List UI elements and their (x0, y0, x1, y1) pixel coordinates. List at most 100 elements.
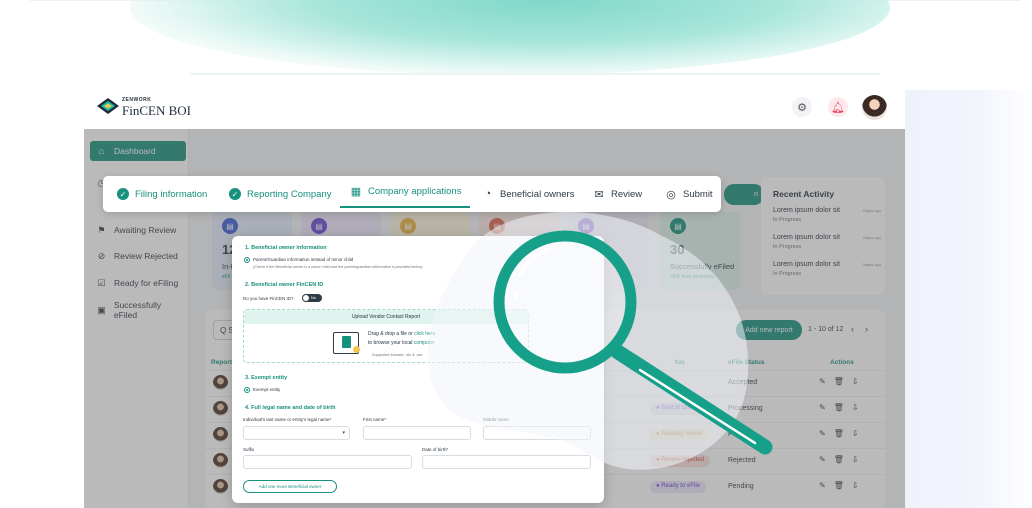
building-icon: ▦ (350, 185, 362, 198)
click-here-link[interactable]: click here (414, 331, 435, 337)
download-icon[interactable]: ⇩ (852, 429, 867, 438)
sidebar-item-label: Dashboard (114, 146, 156, 156)
activity-status: In Progress (773, 244, 802, 250)
sidebar-item-review-rejected[interactable]: ⊘ Review Rejected (90, 246, 186, 266)
dob-input[interactable] (422, 455, 591, 469)
middlename-label: Middle name (483, 417, 509, 422)
trash-icon[interactable]: 🗑︎ (834, 403, 852, 412)
add-beneficial-owner-button[interactable]: Add one more Beneficial owner (243, 480, 337, 493)
trash-icon[interactable]: 🗑︎ (834, 429, 852, 438)
sidebar-item-ready-for-efiling[interactable]: ☑ Ready for eFiling (90, 273, 186, 293)
step-beneficial-owners[interactable]: ◔ Beneficial owners (482, 176, 575, 212)
status-badge: ● Review rejected (650, 455, 710, 467)
stat-card-icon: ▤ (578, 218, 594, 234)
trash-icon[interactable]: 🗑︎ (834, 455, 852, 464)
sidebar-item-label: Awaiting Review (114, 225, 177, 235)
toggle-label: No (311, 295, 317, 300)
step-review[interactable]: ✉ Review (593, 176, 642, 212)
trash-icon[interactable]: 🗑︎ (834, 377, 852, 386)
stat-card[interactable]: ▤ 30 Successfully eFiled +8% from yesterday (660, 212, 740, 290)
step-label: Company applications (368, 185, 462, 197)
status-badge: ● Sent to client (650, 403, 702, 415)
download-icon[interactable]: ⇩ (852, 377, 867, 386)
lastname-input[interactable]: ▾ (243, 426, 350, 440)
section-owner-info-title: 1. Beneficial owner information (245, 245, 327, 251)
fincen-toggle[interactable]: No (302, 294, 322, 302)
activity-date: 2days ago (862, 262, 881, 267)
row-avatar (213, 375, 228, 390)
app-header: ZENWORK FinCEN BOI ⚙ 🔔︎ (84, 88, 905, 129)
upload-instruction-2: to browse your local computer (368, 340, 435, 346)
filing-stepper: ✓ Filing information ✓ Reporting Company ▦ Co… (103, 176, 721, 212)
firstname-label: First name* (363, 417, 387, 422)
section-fincen-title: 2. Beneficial owner FinCEN ID (245, 282, 324, 288)
row-actions: ✎🗑︎⇩ (819, 403, 867, 412)
recent-activity-panel: Recent Activity Lorem ipsum dolor sit In … (761, 177, 885, 295)
upload-instruction-1: Drag & drop a file or click here (368, 331, 436, 337)
decorative-glow (905, 90, 1032, 508)
efile-status: Accepted (728, 379, 758, 386)
edit-icon[interactable]: ✎ (819, 377, 834, 386)
row-avatar (213, 401, 228, 416)
download-icon[interactable]: ⇩ (852, 403, 867, 412)
section-exempt-title: 3. Exempt entity (245, 375, 288, 381)
efile-status: Rejected (728, 457, 756, 464)
parent-guardian-label: Parent/Guardian information instead of m… (253, 257, 354, 262)
user-avatar[interactable] (862, 95, 887, 120)
activity-date: 2days ago (862, 208, 881, 213)
sidebar-item-label: Review Rejected (114, 251, 178, 261)
add-new-report-button[interactable]: Add new report (736, 320, 802, 340)
suffix-input[interactable] (243, 455, 412, 469)
status-badge: ● Awaiting review (650, 429, 709, 441)
activity-button-stub[interactable]: rt (724, 184, 764, 205)
upload-dropzone[interactable]: Upload Vendor Contact Report Drag & drop… (243, 309, 529, 363)
dob-label: Date of birth* (422, 447, 449, 452)
edit-icon[interactable]: ✎ (819, 455, 834, 464)
step-label: Review (611, 188, 643, 200)
edit-icon[interactable]: ✎ (819, 481, 834, 490)
step-submit[interactable]: ◎ Submit (665, 176, 712, 212)
stat-card-number: 30 (670, 242, 685, 257)
trash-icon[interactable]: 🗑︎ (834, 481, 852, 490)
decorative-line (190, 73, 880, 75)
stat-card-icon: ▤ (311, 218, 327, 234)
activity-item: Lorem ipsum dolor sit In Progress 2days ag… (773, 234, 881, 250)
check-circle-icon: ✓ (229, 188, 241, 200)
calendar-check-icon: ▣ (97, 304, 106, 315)
header-report: Report (211, 359, 232, 366)
activity-item: Lorem ipsum dolor sit In Progress 2days ag… (773, 261, 881, 277)
step-company-applications[interactable]: ▦ Company applications (350, 173, 462, 209)
recent-activity-title: Recent Activity (773, 189, 835, 199)
download-icon[interactable]: ⇩ (852, 455, 867, 464)
check-circle-icon: ✓ (117, 188, 129, 200)
parent-guardian-radio[interactable] (244, 257, 250, 263)
row-avatar (213, 479, 228, 494)
sidebar-item-awaiting-review[interactable]: ⚑ Awaiting Review (90, 220, 186, 240)
bell-icon[interactable]: 🔔︎ (828, 97, 848, 117)
step-filing-information[interactable]: ✓ Filing information (117, 176, 207, 212)
efile-status: Processing (728, 405, 763, 412)
step-reporting-company[interactable]: ✓ Reporting Company (229, 176, 332, 212)
lastname-label: Individual's last name or entity's legal… (243, 417, 332, 422)
chevron-right-icon[interactable]: › (865, 324, 868, 334)
user-search-icon: ◔ (484, 188, 492, 200)
activity-item: Lorem ipsum dolor sit In Progress 2days ag… (773, 207, 881, 223)
download-icon[interactable]: ⇩ (852, 481, 867, 490)
row-actions: ✎🗑︎⇩ (819, 481, 867, 490)
edit-icon[interactable]: ✎ (819, 403, 834, 412)
exempt-entity-label: Exempt entity (253, 387, 281, 392)
firstname-input[interactable] (363, 426, 471, 440)
computer-link[interactable]: computer (414, 340, 435, 346)
stat-card-icon: ▤ (400, 218, 416, 234)
screenshot-stage: ZENWORK FinCEN BOI ⚙ 🔔︎ ⌂Dashboard◷In-Pr… (0, 0, 1032, 508)
gear-icon[interactable]: ⚙ (792, 97, 812, 117)
suffix-label: Suffix (243, 447, 255, 452)
chevron-left-icon[interactable]: ‹ (851, 324, 854, 334)
sidebar-item-dashboard[interactable]: ⌂ Dashboard (90, 141, 186, 161)
middlename-input[interactable] (483, 426, 591, 440)
sidebar-item-successfully-efiled[interactable]: ▣ Successfully eFiled (90, 300, 186, 320)
stat-card-sub: eFil (222, 274, 231, 280)
toggle-knob (303, 295, 309, 301)
edit-icon[interactable]: ✎ (819, 429, 834, 438)
exempt-entity-radio[interactable] (244, 387, 250, 393)
